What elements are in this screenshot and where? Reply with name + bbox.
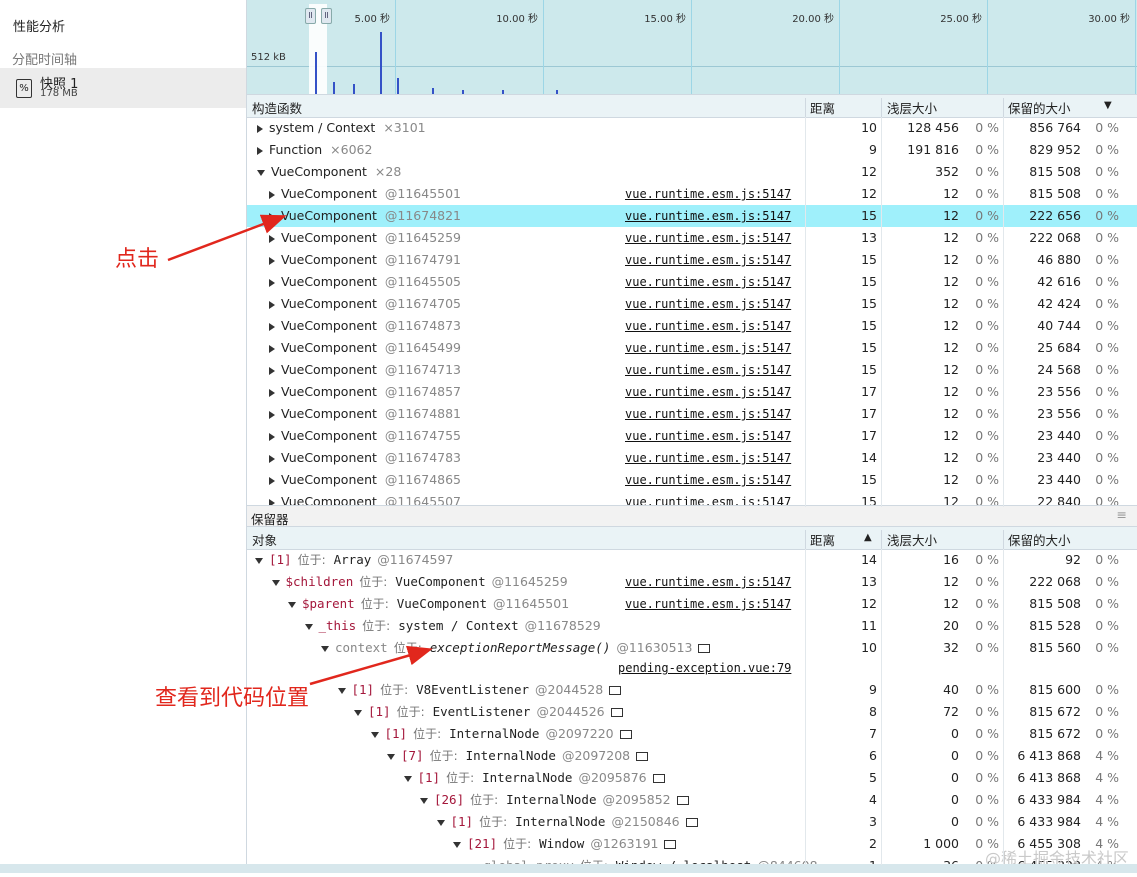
column-separator [881,549,882,865]
arrow-to-source-link [309,645,433,686]
bottom-scrollbar[interactable] [0,864,1137,873]
column-separator [881,117,882,507]
column-separator [805,549,806,865]
column-separator [805,117,806,507]
arrow-to-selected-row [167,214,287,262]
column-separator [1003,117,1004,507]
annotation-arrows [167,214,433,686]
column-separator [1003,549,1004,865]
